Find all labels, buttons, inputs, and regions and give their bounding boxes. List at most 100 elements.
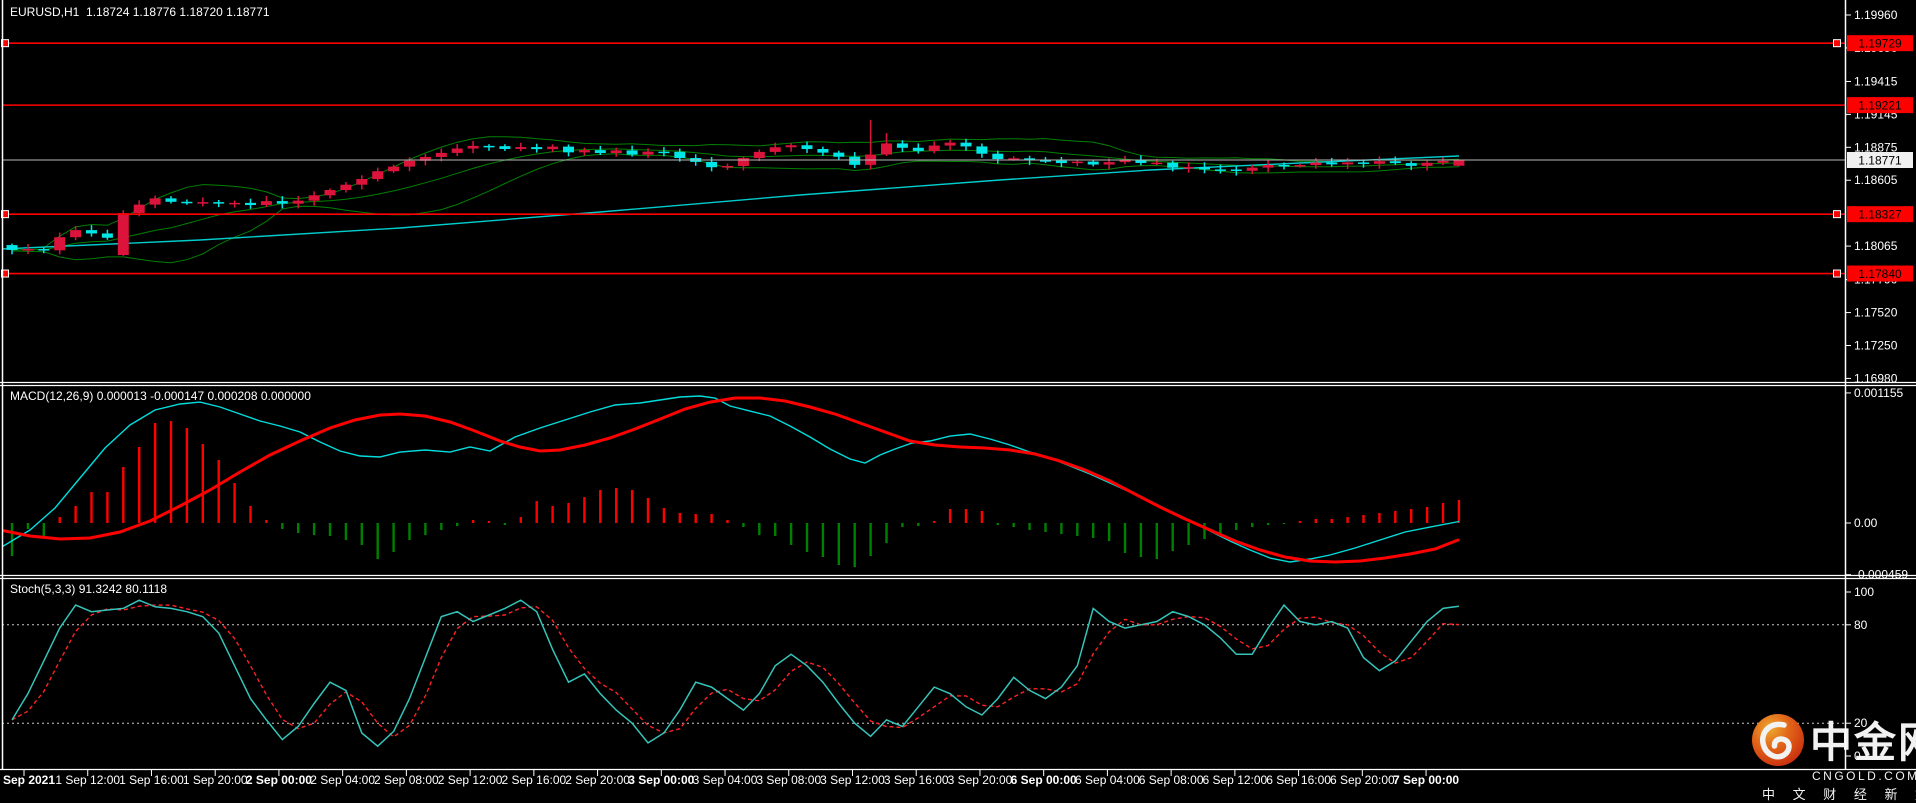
time-tick-label: 1 Sep 2021 (0, 773, 55, 787)
macd-pane[interactable] (0, 385, 1845, 576)
candle-body (22, 249, 34, 251)
candle-body (1421, 162, 1433, 166)
candle-body (54, 237, 66, 251)
line-drag-handle[interactable] (1833, 269, 1841, 278)
time-tick-label: 2 Sep 16:00 (501, 773, 566, 787)
candle-body (722, 165, 733, 168)
candle-body (801, 145, 813, 149)
candle-body (165, 198, 177, 202)
candle-body (769, 147, 781, 152)
time-tick-label: 2 Sep 04:00 (310, 773, 375, 787)
price-tick-label: 1.16980 (1854, 371, 1898, 385)
candle-body (6, 245, 18, 250)
candle-body (1405, 163, 1417, 166)
stoch-tick-label: 100 (1854, 585, 1874, 599)
candle-body (833, 152, 845, 157)
candle-body (499, 146, 511, 149)
candle-body (1437, 160, 1449, 163)
candle-body (1246, 167, 1258, 171)
symbol-ohlc-title: EURUSD,H1 1.18724 1.18776 1.18720 1.1877… (10, 5, 270, 19)
candle-body (276, 201, 288, 204)
candle-body (1294, 165, 1306, 167)
candle-body (1151, 162, 1163, 165)
time-tick-label: 1 Sep 16:00 (119, 773, 184, 787)
candle-body (737, 158, 749, 166)
time-tick-label: 6 Sep 20:00 (1330, 773, 1395, 787)
candle-body (563, 146, 574, 153)
candle-body (324, 190, 336, 196)
candle-body (881, 143, 892, 155)
candle-body (992, 153, 1004, 160)
stoch-tick-label: 80 (1854, 618, 1868, 632)
candle-body (372, 171, 384, 180)
time-tick-label: 1 Sep 12:00 (55, 773, 120, 787)
candle-body (547, 146, 559, 150)
line-drag-handle[interactable] (1833, 39, 1841, 48)
stoch-pane[interactable] (0, 578, 1845, 769)
time-tick-label: 3 Sep 00:00 (628, 773, 694, 787)
candle-body (1071, 161, 1083, 164)
hline-price-box: 1.17840 (1847, 265, 1913, 282)
price-tick-label: 1.19960 (1854, 8, 1898, 22)
candle-body (1310, 162, 1322, 166)
candle-body (213, 202, 225, 204)
time-tick-label: 6 Sep 04:00 (1075, 773, 1140, 787)
candle-body (928, 145, 940, 151)
time-tick-label: 2 Sep 20:00 (565, 773, 630, 787)
candle-body (388, 166, 400, 172)
stoch-tick-label: 0 (1854, 749, 1861, 763)
main-chart-pane[interactable] (0, 0, 1845, 383)
time-tick-label: 2 Sep 00:00 (246, 773, 312, 787)
time-tick-label: 2 Sep 08:00 (374, 773, 439, 787)
price-tick-label: 1.17520 (1854, 306, 1898, 320)
current-price-box: 1.18771 (1847, 152, 1913, 168)
candle-body (245, 202, 256, 206)
time-tick-label: 6 Sep 08:00 (1139, 773, 1204, 787)
candle-body (674, 151, 686, 159)
candle-body (706, 161, 718, 168)
current-price-value: 1.18771 (1858, 154, 1902, 168)
time-tick-label: 6 Sep 00:00 (1011, 773, 1077, 787)
candle-body (1055, 160, 1067, 164)
candle-body (944, 142, 956, 146)
candle-body (229, 202, 241, 205)
candle-body (1453, 160, 1465, 166)
time-tick-label: 3 Sep 12:00 (820, 773, 885, 787)
time-tick-label: 6 Sep 12:00 (1203, 773, 1268, 787)
candle-body (133, 204, 145, 214)
candle-body (101, 233, 113, 238)
line-drag-handle[interactable] (1833, 210, 1841, 219)
time-axis[interactable]: 1 Sep 20211 Sep 12:001 Sep 16:001 Sep 20… (0, 770, 1459, 787)
candle-body (1262, 164, 1274, 168)
stoch-indicator-label: Stoch(5,3,3) 91.3242 80.1118 (10, 582, 168, 596)
hline-price-box: 1.18327 (1847, 206, 1913, 223)
macd-tick-label: 0.00 (1854, 516, 1878, 530)
time-tick-label: 3 Sep 16:00 (884, 773, 949, 787)
candle-body (1087, 161, 1099, 165)
candle-body (515, 147, 527, 149)
candle-body (467, 145, 479, 149)
price-box-value: 1.19729 (1858, 37, 1902, 51)
candle-body (435, 152, 447, 157)
price-tick-label: 1.18065 (1854, 239, 1898, 253)
time-tick-label: 3 Sep 20:00 (948, 773, 1013, 787)
candle-body (483, 145, 495, 148)
candle-body (1278, 164, 1290, 167)
macd-indicator-label: MACD(12,26,9) 0.000013 -0.000147 0.00020… (10, 389, 311, 403)
time-tick-label: 2 Sep 12:00 (438, 773, 503, 787)
price-tick-label: 1.18605 (1854, 173, 1898, 187)
candle-body (1103, 162, 1115, 165)
candle-body (1326, 162, 1338, 165)
candle-body (642, 151, 654, 155)
macd-tick-label: 0.001155 (1854, 386, 1903, 400)
candle-body (912, 147, 924, 151)
time-tick-label: 3 Sep 08:00 (756, 773, 821, 787)
candle-body (292, 200, 304, 204)
time-tick-label: 7 Sep 00:00 (1393, 773, 1459, 787)
candle-body (626, 150, 638, 155)
candle-body (960, 142, 972, 147)
price-tick-label: 1.17250 (1854, 338, 1898, 352)
price-box-value: 1.17840 (1858, 267, 1902, 281)
hline-price-box: 1.19729 (1847, 35, 1913, 52)
candle-body (849, 156, 861, 165)
